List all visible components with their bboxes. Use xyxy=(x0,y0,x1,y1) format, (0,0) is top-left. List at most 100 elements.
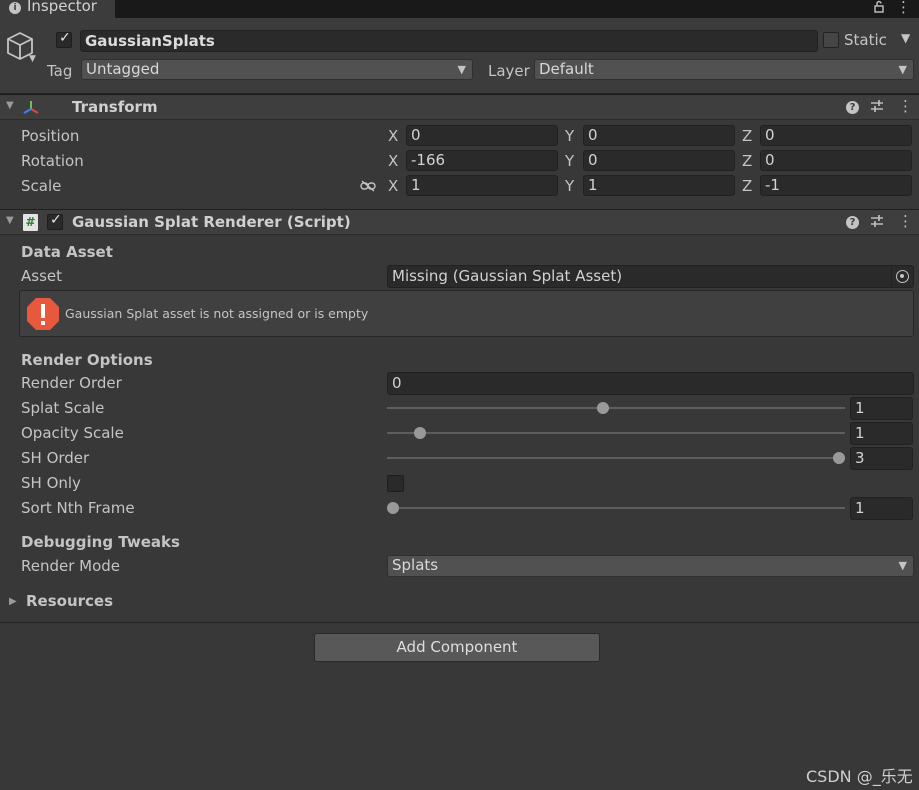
data-asset-section-title: Data Asset xyxy=(21,243,113,261)
script-title: Gaussian Splat Renderer (Script) xyxy=(72,213,351,231)
splat-scale-field[interactable]: 1 xyxy=(850,397,913,420)
active-checkbox[interactable]: ✓ xyxy=(56,30,72,48)
asset-object-field[interactable]: Missing (Gaussian Splat Asset) xyxy=(387,265,914,288)
static-checkbox[interactable] xyxy=(823,32,839,48)
sort-nth-frame-slider-track[interactable] xyxy=(387,507,845,509)
static-dropdown-icon[interactable]: ▼ xyxy=(901,31,910,45)
layer-label: Layer xyxy=(488,62,530,80)
position-y-field[interactable]: 0 xyxy=(583,125,735,146)
render-mode-value: Splats xyxy=(392,556,439,574)
tab-bar xyxy=(0,0,919,18)
scale-y-field[interactable]: 1 xyxy=(583,175,735,196)
checkmark-icon: ✓ xyxy=(59,30,71,46)
scale-label: Scale xyxy=(21,177,62,195)
splat-scale-label: Splat Scale xyxy=(21,399,105,417)
component-enabled-checkbox[interactable]: ✓ xyxy=(47,212,63,230)
layer-dropdown[interactable]: Default ▼ xyxy=(534,59,914,80)
sh-order-slider-thumb[interactable] xyxy=(833,452,845,464)
sh-order-label: SH Order xyxy=(21,449,90,467)
add-component-button[interactable]: Add Component xyxy=(314,633,600,662)
sh-order-field[interactable]: 3 xyxy=(850,447,913,470)
axis-y-label[interactable]: Y xyxy=(565,127,574,145)
render-options-section-title: Render Options xyxy=(21,351,153,369)
foldout-collapsed-icon[interactable]: ▶ xyxy=(9,596,17,607)
object-picker-icon xyxy=(896,270,909,283)
render-mode-label: Render Mode xyxy=(21,557,121,575)
tab-label: Inspector xyxy=(27,0,97,15)
tab-inspector[interactable]: i Inspector xyxy=(0,0,115,18)
lock-icon[interactable] xyxy=(873,0,885,17)
icon-dropdown-arrow-icon[interactable]: ▼ xyxy=(29,54,36,64)
rotation-x-field[interactable]: -166 xyxy=(406,150,558,171)
watermark: CSDN @_乐无 xyxy=(806,767,913,786)
warning-text: Gaussian Splat asset is not assigned or … xyxy=(65,306,369,321)
axis-x-label[interactable]: X xyxy=(388,152,398,170)
sort-nth-frame-label: Sort Nth Frame xyxy=(21,499,135,517)
chevron-down-icon: ▼ xyxy=(898,63,907,76)
sh-order-slider-track[interactable] xyxy=(387,457,845,459)
position-label: Position xyxy=(21,127,80,145)
object-picker-button[interactable] xyxy=(891,266,913,287)
splat-scale-slider-thumb[interactable] xyxy=(596,402,609,414)
help-icon[interactable]: ? xyxy=(846,216,859,229)
chevron-down-icon: ▼ xyxy=(457,63,466,76)
asset-label: Asset xyxy=(21,267,63,285)
scale-x-field[interactable]: 1 xyxy=(406,175,558,196)
kebab-menu-icon[interactable]: ⋮ xyxy=(898,212,913,230)
script-component-header[interactable]: ▼ # ✓ Gaussian Splat Renderer (Script) ?… xyxy=(0,209,919,235)
sh-only-checkbox[interactable] xyxy=(387,475,404,492)
kebab-menu-icon[interactable]: ⋮ xyxy=(896,0,911,16)
csharp-script-icon: # xyxy=(23,214,38,231)
opacity-scale-slider-thumb[interactable] xyxy=(413,427,426,439)
axis-y-label[interactable]: Y xyxy=(565,177,574,195)
axis-z-label[interactable]: Z xyxy=(742,127,752,145)
info-icon: i xyxy=(9,2,21,14)
static-label: Static xyxy=(844,31,887,49)
preset-icon[interactable] xyxy=(870,99,884,117)
render-order-field[interactable]: 0 xyxy=(387,372,914,395)
help-icon[interactable]: ? xyxy=(846,101,859,114)
constrain-proportions-icon[interactable] xyxy=(360,180,376,192)
scale-z-field[interactable]: -1 xyxy=(760,175,912,196)
divider xyxy=(0,622,919,623)
rotation-z-field[interactable]: 0 xyxy=(760,150,912,171)
transform-title: Transform xyxy=(72,98,158,116)
sort-nth-frame-slider-thumb[interactable] xyxy=(387,502,399,514)
opacity-scale-label: Opacity Scale xyxy=(21,424,124,442)
resources-foldout-label[interactable]: Resources xyxy=(26,592,113,610)
sh-only-label: SH Only xyxy=(21,474,81,492)
debugging-section-title: Debugging Tweaks xyxy=(21,533,180,551)
chevron-down-icon: ▼ xyxy=(898,559,907,572)
gameobject-name-field[interactable]: GaussianSplats xyxy=(80,30,818,52)
preset-icon[interactable] xyxy=(870,214,884,232)
render-order-label: Render Order xyxy=(21,374,122,392)
tag-label: Tag xyxy=(47,62,73,80)
foldout-expanded-icon[interactable]: ▼ xyxy=(6,100,14,111)
position-x-field[interactable]: 0 xyxy=(406,125,558,146)
sort-nth-frame-field[interactable]: 1 xyxy=(850,497,913,520)
render-mode-dropdown[interactable]: Splats ▼ xyxy=(387,555,914,577)
axis-x-label[interactable]: X xyxy=(388,127,398,145)
axis-z-label[interactable]: Z xyxy=(742,177,752,195)
kebab-menu-icon[interactable]: ⋮ xyxy=(898,97,913,115)
asset-value: Missing (Gaussian Splat Asset) xyxy=(392,267,623,285)
checkmark-icon: ✓ xyxy=(50,212,62,228)
warning-helpbox: Gaussian Splat asset is not assigned or … xyxy=(19,290,914,337)
layer-value: Default xyxy=(539,60,594,78)
rotation-label: Rotation xyxy=(21,152,84,170)
rotation-y-field[interactable]: 0 xyxy=(583,150,735,171)
splat-scale-slider-track[interactable] xyxy=(387,407,845,409)
transform-axes-icon xyxy=(23,101,39,114)
tag-dropdown[interactable]: Untagged ▼ xyxy=(81,59,473,80)
opacity-scale-slider-track[interactable] xyxy=(387,432,845,434)
tag-value: Untagged xyxy=(86,60,160,78)
position-z-field[interactable]: 0 xyxy=(760,125,912,146)
axis-x-label[interactable]: X xyxy=(388,177,398,195)
transform-component-header[interactable]: ▼ Transform ? ⋮ xyxy=(0,94,919,120)
gameobject-header: ▼ ✓ GaussianSplats Static ▼ Tag Untagged… xyxy=(0,18,919,94)
axis-z-label[interactable]: Z xyxy=(742,152,752,170)
warning-icon xyxy=(27,298,59,330)
opacity-scale-field[interactable]: 1 xyxy=(850,422,913,445)
axis-y-label[interactable]: Y xyxy=(565,152,574,170)
foldout-expanded-icon[interactable]: ▼ xyxy=(6,215,14,226)
